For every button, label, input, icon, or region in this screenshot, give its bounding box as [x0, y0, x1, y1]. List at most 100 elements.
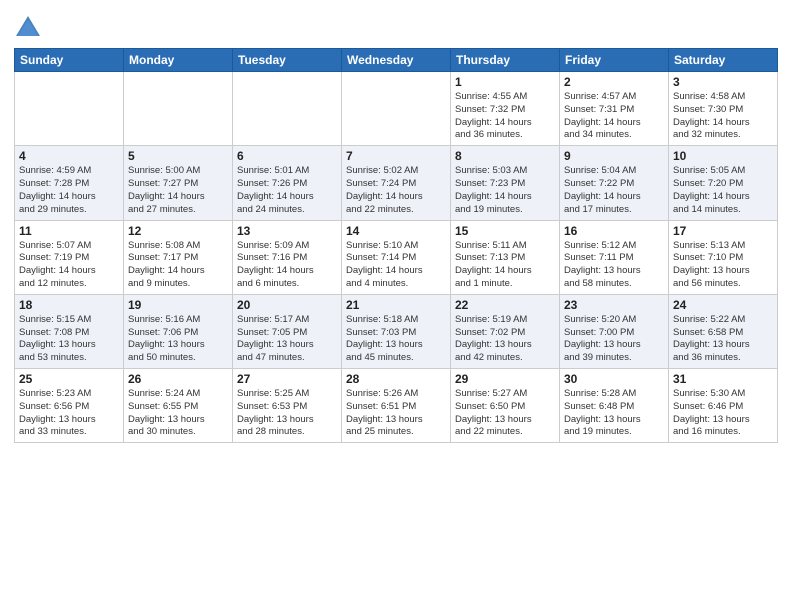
- calendar-weekday-sunday: Sunday: [15, 49, 124, 72]
- calendar-cell: 8 Sunrise: 5:03 AM Sunset: 7:23 PM Daylig…: [451, 146, 560, 220]
- calendar-cell: 27 Sunrise: 5:25 AM Sunset: 6:53 PM Dayli…: [233, 369, 342, 443]
- day-info: Sunrise: 5:01 AM Sunset: 7:26 PM Dayligh…: [237, 165, 337, 216]
- calendar-cell: 6Sunrise: 5:01 AM Sunset: 7:26 PM Daylig…: [233, 146, 342, 220]
- calendar-cell: 25 Sunrise: 5:23 AM Sunset: 6:56 PM Dayli…: [15, 369, 124, 443]
- calendar-cell: 21 Sunrise: 5:18 AM Sunset: 7:03 PM Dayli…: [342, 294, 451, 368]
- day-info: Sunrise: 4:59 AM Sunset: 7:28 PM Dayligh…: [19, 165, 119, 216]
- day-number: 27: [237, 372, 337, 386]
- day-info: Sunrise: 5:17 AM Sunset: 7:05 PM Dayligh…: [237, 314, 337, 365]
- calendar-cell: 31Sunrise: 5:30 AM Sunset: 6:46 PM Dayli…: [669, 369, 778, 443]
- day-number: 1: [455, 75, 555, 89]
- day-info: Sunrise: 5:22 AM Sunset: 6:58 PM Dayligh…: [673, 314, 773, 365]
- day-info: Sunrise: 5:02 AM Sunset: 7:24 PM Dayligh…: [346, 165, 446, 216]
- calendar-cell: 29 Sunrise: 5:27 AM Sunset: 6:50 PM Dayli…: [451, 369, 560, 443]
- calendar-cell: 20 Sunrise: 5:17 AM Sunset: 7:05 PM Dayli…: [233, 294, 342, 368]
- calendar-cell: 22 Sunrise: 5:19 AM Sunset: 7:02 PM Dayli…: [451, 294, 560, 368]
- calendar-cell: 4 Sunrise: 4:59 AM Sunset: 7:28 PM Daylig…: [15, 146, 124, 220]
- calendar-cell: 13 Sunrise: 5:09 AM Sunset: 7:16 PM Dayli…: [233, 220, 342, 294]
- calendar-cell: 12 Sunrise: 5:08 AM Sunset: 7:17 PM Dayli…: [124, 220, 233, 294]
- day-info: Sunrise: 5:30 AM Sunset: 6:46 PM Dayligh…: [673, 388, 773, 439]
- calendar-cell: 15 Sunrise: 5:11 AM Sunset: 7:13 PM Dayli…: [451, 220, 560, 294]
- day-info: Sunrise: 5:07 AM Sunset: 7:19 PM Dayligh…: [19, 240, 119, 291]
- day-number: 20: [237, 298, 337, 312]
- calendar-week-row: 18 Sunrise: 5:15 AM Sunset: 7:08 PM Dayli…: [15, 294, 778, 368]
- calendar-cell: 19Sunrise: 5:16 AM Sunset: 7:06 PM Dayli…: [124, 294, 233, 368]
- day-info: Sunrise: 4:55 AM Sunset: 7:32 PM Dayligh…: [455, 91, 555, 142]
- day-number: 29: [455, 372, 555, 386]
- day-number: 3: [673, 75, 773, 89]
- day-info: Sunrise: 5:15 AM Sunset: 7:08 PM Dayligh…: [19, 314, 119, 365]
- day-info: Sunrise: 5:04 AM Sunset: 7:22 PM Dayligh…: [564, 165, 664, 216]
- header: [14, 10, 778, 42]
- calendar-table: SundayMondayTuesdayWednesdayThursdayFrid…: [14, 48, 778, 443]
- calendar-cell: 3 Sunrise: 4:58 AM Sunset: 7:30 PM Daylig…: [669, 72, 778, 146]
- calendar-week-row: 11 Sunrise: 5:07 AM Sunset: 7:19 PM Dayli…: [15, 220, 778, 294]
- day-number: 17: [673, 224, 773, 238]
- day-info: Sunrise: 4:58 AM Sunset: 7:30 PM Dayligh…: [673, 91, 773, 142]
- calendar-week-row: 25 Sunrise: 5:23 AM Sunset: 6:56 PM Dayli…: [15, 369, 778, 443]
- day-number: 4: [19, 149, 119, 163]
- calendar-body: 1 Sunrise: 4:55 AM Sunset: 7:32 PM Daylig…: [15, 72, 778, 443]
- day-info: Sunrise: 5:09 AM Sunset: 7:16 PM Dayligh…: [237, 240, 337, 291]
- day-info: Sunrise: 5:11 AM Sunset: 7:13 PM Dayligh…: [455, 240, 555, 291]
- day-info: Sunrise: 5:03 AM Sunset: 7:23 PM Dayligh…: [455, 165, 555, 216]
- calendar-weekday-thursday: Thursday: [451, 49, 560, 72]
- calendar-week-row: 4 Sunrise: 4:59 AM Sunset: 7:28 PM Daylig…: [15, 146, 778, 220]
- day-info: Sunrise: 5:18 AM Sunset: 7:03 PM Dayligh…: [346, 314, 446, 365]
- calendar-cell: 7Sunrise: 5:02 AM Sunset: 7:24 PM Daylig…: [342, 146, 451, 220]
- calendar-cell: 28 Sunrise: 5:26 AM Sunset: 6:51 PM Dayli…: [342, 369, 451, 443]
- calendar-cell: 16 Sunrise: 5:12 AM Sunset: 7:11 PM Dayli…: [560, 220, 669, 294]
- calendar-cell: 10 Sunrise: 5:05 AM Sunset: 7:20 PM Dayli…: [669, 146, 778, 220]
- day-number: 28: [346, 372, 446, 386]
- calendar-header-row: SundayMondayTuesdayWednesdayThursdayFrid…: [15, 49, 778, 72]
- day-info: Sunrise: 5:12 AM Sunset: 7:11 PM Dayligh…: [564, 240, 664, 291]
- calendar-cell: 18 Sunrise: 5:15 AM Sunset: 7:08 PM Dayli…: [15, 294, 124, 368]
- calendar-cell: 11 Sunrise: 5:07 AM Sunset: 7:19 PM Dayli…: [15, 220, 124, 294]
- day-info: Sunrise: 5:26 AM Sunset: 6:51 PM Dayligh…: [346, 388, 446, 439]
- day-number: 21: [346, 298, 446, 312]
- day-info: Sunrise: 5:19 AM Sunset: 7:02 PM Dayligh…: [455, 314, 555, 365]
- logo-icon: [14, 14, 42, 42]
- calendar-weekday-monday: Monday: [124, 49, 233, 72]
- day-number: 10: [673, 149, 773, 163]
- calendar-weekday-saturday: Saturday: [669, 49, 778, 72]
- day-number: 13: [237, 224, 337, 238]
- calendar-cell: 17 Sunrise: 5:13 AM Sunset: 7:10 PM Dayli…: [669, 220, 778, 294]
- day-number: 12: [128, 224, 228, 238]
- day-number: 19: [128, 298, 228, 312]
- calendar-cell: [342, 72, 451, 146]
- calendar-weekday-friday: Friday: [560, 49, 669, 72]
- day-number: 25: [19, 372, 119, 386]
- calendar-cell: 5 Sunrise: 5:00 AM Sunset: 7:27 PM Daylig…: [124, 146, 233, 220]
- calendar-cell: 2Sunrise: 4:57 AM Sunset: 7:31 PM Daylig…: [560, 72, 669, 146]
- day-info: Sunrise: 5:00 AM Sunset: 7:27 PM Dayligh…: [128, 165, 228, 216]
- day-number: 15: [455, 224, 555, 238]
- day-number: 16: [564, 224, 664, 238]
- calendar-cell: 1 Sunrise: 4:55 AM Sunset: 7:32 PM Daylig…: [451, 72, 560, 146]
- calendar-cell: [124, 72, 233, 146]
- calendar-cell: 30Sunrise: 5:28 AM Sunset: 6:48 PM Dayli…: [560, 369, 669, 443]
- day-info: Sunrise: 5:24 AM Sunset: 6:55 PM Dayligh…: [128, 388, 228, 439]
- day-info: Sunrise: 5:23 AM Sunset: 6:56 PM Dayligh…: [19, 388, 119, 439]
- calendar-cell: 14Sunrise: 5:10 AM Sunset: 7:14 PM Dayli…: [342, 220, 451, 294]
- calendar-cell: 26 Sunrise: 5:24 AM Sunset: 6:55 PM Dayli…: [124, 369, 233, 443]
- day-info: Sunrise: 5:20 AM Sunset: 7:00 PM Dayligh…: [564, 314, 664, 365]
- day-number: 5: [128, 149, 228, 163]
- day-info: Sunrise: 5:25 AM Sunset: 6:53 PM Dayligh…: [237, 388, 337, 439]
- day-info: Sunrise: 5:13 AM Sunset: 7:10 PM Dayligh…: [673, 240, 773, 291]
- day-number: 9: [564, 149, 664, 163]
- day-info: Sunrise: 5:27 AM Sunset: 6:50 PM Dayligh…: [455, 388, 555, 439]
- calendar-week-row: 1 Sunrise: 4:55 AM Sunset: 7:32 PM Daylig…: [15, 72, 778, 146]
- day-number: 18: [19, 298, 119, 312]
- day-number: 26: [128, 372, 228, 386]
- day-number: 22: [455, 298, 555, 312]
- day-number: 2: [564, 75, 664, 89]
- day-info: Sunrise: 5:28 AM Sunset: 6:48 PM Dayligh…: [564, 388, 664, 439]
- calendar-weekday-wednesday: Wednesday: [342, 49, 451, 72]
- page: SundayMondayTuesdayWednesdayThursdayFrid…: [0, 0, 792, 612]
- day-info: Sunrise: 5:05 AM Sunset: 7:20 PM Dayligh…: [673, 165, 773, 216]
- day-number: 8: [455, 149, 555, 163]
- day-number: 11: [19, 224, 119, 238]
- calendar-weekday-tuesday: Tuesday: [233, 49, 342, 72]
- day-info: Sunrise: 5:08 AM Sunset: 7:17 PM Dayligh…: [128, 240, 228, 291]
